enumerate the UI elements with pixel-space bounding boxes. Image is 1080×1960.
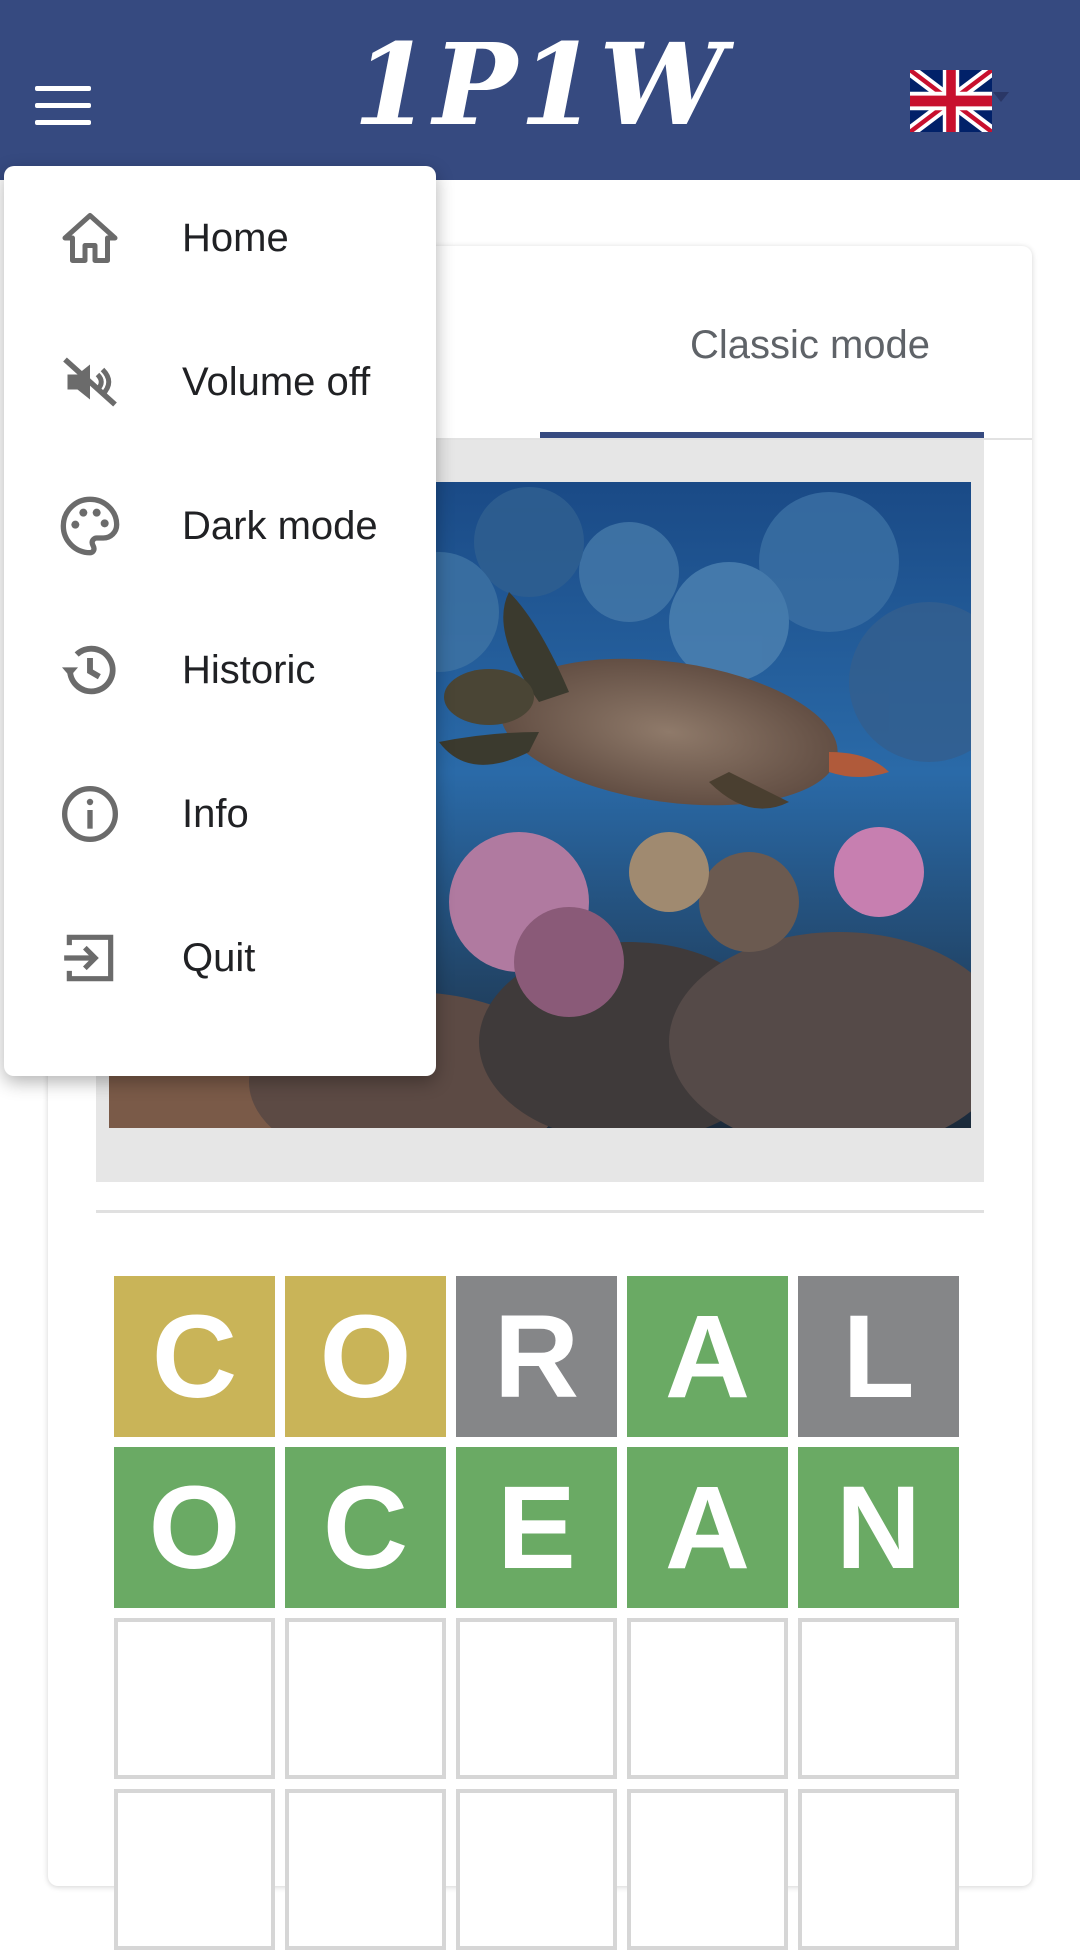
- menu-item-label: Home: [182, 215, 289, 260]
- empty-tile: [114, 1789, 275, 1950]
- empty-tile: [114, 1618, 275, 1779]
- letter-tile: L: [798, 1276, 959, 1437]
- empty-tile: [798, 1618, 959, 1779]
- volume-off-icon: [54, 346, 126, 418]
- empty-tile: [285, 1789, 446, 1950]
- menu-item-quit[interactable]: Quit: [4, 886, 436, 1030]
- side-menu: Home Volume off Dark mode Historic Info …: [4, 166, 436, 1076]
- guess-row: [114, 1618, 970, 1779]
- menu-item-dark-mode[interactable]: Dark mode: [4, 454, 436, 598]
- uk-flag-icon[interactable]: [906, 64, 996, 138]
- menu-item-label: Info: [182, 791, 249, 836]
- empty-tile: [798, 1789, 959, 1950]
- letter-tile: A: [627, 1276, 788, 1437]
- empty-tile: [627, 1618, 788, 1779]
- empty-tile: [456, 1789, 617, 1950]
- guess-row: O C E A N: [114, 1447, 970, 1608]
- history-icon: [54, 634, 126, 706]
- letter-tile: O: [285, 1276, 446, 1437]
- exit-icon: [54, 922, 126, 994]
- menu-item-historic[interactable]: Historic: [4, 598, 436, 742]
- empty-tile: [456, 1618, 617, 1779]
- section-divider: [96, 1210, 984, 1213]
- letter-tile: C: [114, 1276, 275, 1437]
- menu-item-label: Quit: [182, 935, 256, 980]
- letter-tile: E: [456, 1447, 617, 1608]
- menu-item-label: Historic: [182, 647, 316, 692]
- menu-item-label: Volume off: [182, 359, 371, 404]
- active-tab-indicator: [540, 432, 984, 438]
- home-icon: [54, 202, 126, 274]
- info-icon: [54, 778, 126, 850]
- menu-item-home[interactable]: Home: [4, 166, 436, 310]
- empty-tile: [285, 1618, 446, 1779]
- letter-tile: C: [285, 1447, 446, 1608]
- empty-tile: [627, 1789, 788, 1950]
- menu-item-volume-off[interactable]: Volume off: [4, 310, 436, 454]
- menu-item-info[interactable]: Info: [4, 742, 436, 886]
- menu-item-label: Dark mode: [182, 503, 378, 548]
- guess-row: [114, 1789, 970, 1950]
- app-header: 1P1W: [0, 0, 1080, 180]
- letter-tile: R: [456, 1276, 617, 1437]
- chevron-down-icon[interactable]: [993, 92, 1009, 102]
- word-grid: C O R A L O C E A N: [114, 1276, 970, 1960]
- guess-row: C O R A L: [114, 1276, 970, 1437]
- palette-icon: [54, 490, 126, 562]
- letter-tile: O: [114, 1447, 275, 1608]
- tab-classic-mode[interactable]: Classic mode: [588, 286, 1032, 404]
- letter-tile: A: [627, 1447, 788, 1608]
- letter-tile: N: [798, 1447, 959, 1608]
